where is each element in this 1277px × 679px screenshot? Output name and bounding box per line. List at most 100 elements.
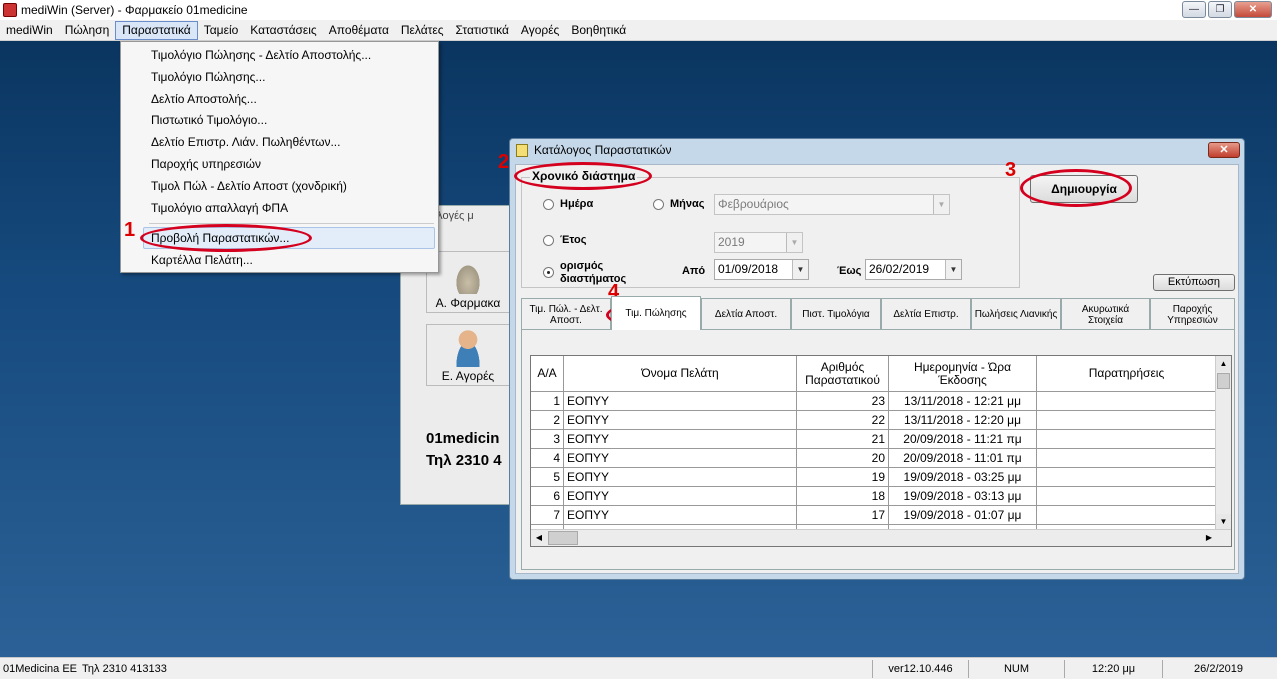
radio-month-dot: [653, 198, 664, 210]
company-phone: Τηλ 2310 4: [426, 452, 502, 469]
radio-year[interactable]: Έτος: [543, 234, 586, 246]
menu-item-invoice-delivery[interactable]: Τιμολόγιο Πώλησης - Δελτίο Αποστολής...: [151, 45, 371, 65]
chevron-down-icon: ▼: [792, 260, 808, 279]
annotation-oval-2: [514, 162, 652, 190]
table-row[interactable]: 1 ΕΟΠΥΥ 23 13/11/2018 - 12:21 μμ: [531, 392, 1217, 411]
radio-range[interactable]: [543, 267, 560, 278]
status-date: 26/2/2019: [1162, 660, 1274, 678]
menu-item-vat-exempt-invoice[interactable]: Τιμολόγιο απαλλαγή ΦΠΑ: [151, 198, 288, 218]
chevron-down-icon: ▼: [786, 233, 802, 252]
table-row[interactable]: 4 ΕΟΠΥΥ 20 20/09/2018 - 11:01 πμ: [531, 449, 1217, 468]
col-aa[interactable]: Α/Α: [531, 356, 564, 392]
from-date-picker[interactable]: 01/09/2018 ▼: [714, 259, 809, 280]
radio-year-dot: [543, 234, 554, 246]
cell-issue-date: 19/09/2018 - 01:07 μμ: [889, 506, 1037, 525]
menu-sales[interactable]: Πώληση: [59, 21, 116, 40]
scroll-thumb[interactable]: [1217, 373, 1230, 389]
maximize-button[interactable]: ❐: [1208, 1, 1232, 18]
purchases-tile-label: Ε. Αγορές: [441, 369, 495, 383]
menu-documents[interactable]: Παραστατικά: [115, 20, 198, 40]
year-select[interactable]: 2019 ▼: [714, 232, 803, 253]
documents-catalog-dialog: Κατάλογος Παραστατικών ✕ Χρονικό διάστημ…: [509, 138, 1245, 580]
print-button[interactable]: Εκτύπωση: [1153, 274, 1235, 291]
vertical-scrollbar[interactable]: ▲ ▼: [1215, 356, 1231, 530]
cell-issue-date: 13/11/2018 - 12:21 μμ: [889, 392, 1037, 411]
menu-item-credit-invoice[interactable]: Πιστωτικό Τιμολόγιο...: [151, 110, 267, 130]
menu-separator: [149, 223, 434, 224]
menu-item-wholesale-invoice[interactable]: Τιμολ Πώλ - Δελτίο Αποστ (χονδρική): [151, 176, 347, 196]
app-icon: [3, 3, 17, 17]
tab-services[interactable]: Παροχής Υπηρεσιών: [1150, 298, 1235, 330]
annotation-oval-3: [1020, 169, 1132, 207]
table-row[interactable]: 7 ΕΟΠΥΥ 17 19/09/2018 - 01:07 μμ: [531, 506, 1217, 525]
month-select[interactable]: Φεβρουάριος ▼: [714, 194, 950, 215]
table-row[interactable]: 5 ΕΟΠΥΥ 19 19/09/2018 - 03:25 μμ: [531, 468, 1217, 487]
scroll-left-icon[interactable]: ◀: [531, 530, 547, 546]
cell-notes: [1037, 487, 1217, 506]
to-date-value: 26/02/2019: [869, 262, 930, 276]
menu-customers[interactable]: Πελάτες: [395, 21, 450, 40]
close-window-button[interactable]: ✕: [1234, 1, 1272, 18]
cell-notes: [1037, 449, 1217, 468]
menu-reports[interactable]: Καταστάσεις: [244, 21, 322, 40]
menu-item-customer-card[interactable]: Καρτέλλα Πελάτη...: [151, 250, 253, 270]
cell-issue-date: 19/09/2018 - 03:25 μμ: [889, 468, 1037, 487]
radio-month-label: Μήνας: [670, 198, 705, 210]
cell-customer-name: ΕΟΠΥΥ: [564, 487, 797, 506]
col-document-number[interactable]: Αριθμός Παραστατικού: [797, 356, 889, 392]
annotation-2: 2: [498, 151, 510, 173]
tab-cancellations[interactable]: Ακυρωτικά Στοιχεία: [1061, 298, 1150, 330]
document-tabs: Τιμ. Πώλ. - Δελτ. Αποστ. Τιμ. Πώλησης Δε…: [521, 296, 1235, 330]
menu-statistics[interactable]: Στατιστικά: [450, 21, 515, 40]
col-issue-date[interactable]: Ημερομηνία - Ώρα Έκδοσης: [889, 356, 1037, 392]
status-version: ver12.10.446: [872, 660, 968, 678]
table-row[interactable]: 6 ΕΟΠΥΥ 18 19/09/2018 - 03:13 μμ: [531, 487, 1217, 506]
radio-range-dot: [543, 267, 554, 278]
cell-aa: 3: [531, 430, 564, 449]
tab-sales-invoice[interactable]: Τιμ. Πώλησης: [611, 296, 701, 330]
menu-item-retail-return[interactable]: Δελτίο Επιστρ. Λιάν. Πωληθέντων...: [151, 132, 340, 152]
col-customer-name[interactable]: Όνομα Πελάτη: [564, 356, 797, 392]
menu-stock[interactable]: Αποθέματα: [323, 21, 395, 40]
hscroll-thumb[interactable]: [548, 531, 578, 545]
menu-purchases[interactable]: Αγορές: [515, 21, 565, 40]
menu-item-delivery-note[interactable]: Δελτίο Αποστολής...: [151, 89, 257, 109]
person-icon: [450, 329, 486, 367]
table-row[interactable]: 3 ΕΟΠΥΥ 21 20/09/2018 - 11:21 πμ: [531, 430, 1217, 449]
dialog-title: Κατάλογος Παραστατικών: [534, 143, 672, 157]
radio-month[interactable]: Μήνας: [653, 198, 704, 210]
cell-notes: [1037, 430, 1217, 449]
purchases-tile[interactable]: Ε. Αγορές: [426, 324, 510, 386]
cell-issue-date: 19/09/2018 - 03:13 μμ: [889, 487, 1037, 506]
table-row[interactable]: 2 ΕΟΠΥΥ 22 13/11/2018 - 12:20 μμ: [531, 411, 1217, 430]
tab-delivery-notes[interactable]: Δελτία Αποστ.: [701, 298, 791, 330]
cell-document-number: 23: [797, 392, 889, 411]
scroll-right-icon[interactable]: ▶: [1201, 530, 1217, 546]
cell-notes: [1037, 392, 1217, 411]
menu-item-services[interactable]: Παροχής υπηρεσιών: [151, 154, 261, 174]
tab-credit-invoices[interactable]: Πιστ. Τιμολόγια: [791, 298, 881, 330]
dialog-close-button[interactable]: ✕: [1208, 142, 1240, 158]
menu-item-sales-invoice[interactable]: Τιμολόγιο Πώλησης...: [151, 67, 265, 87]
tab-invoice-delivery[interactable]: Τιμ. Πώλ. - Δελτ. Αποστ.: [521, 298, 611, 330]
status-num: NUM: [968, 660, 1064, 678]
cell-aa: 4: [531, 449, 564, 468]
tab-retail-sales[interactable]: Πωλήσεις Λιανικής: [971, 298, 1061, 330]
dialog-body: Χρονικό διάστημα Ημέρα Μήνας Φεβρουάριος…: [515, 164, 1239, 574]
menu-mediwin[interactable]: mediWin: [0, 21, 59, 40]
menu-cashier[interactable]: Ταμείο: [198, 21, 245, 40]
minimize-button[interactable]: —: [1182, 1, 1206, 18]
radio-day[interactable]: Ημέρα: [543, 198, 593, 210]
to-date-picker[interactable]: 26/02/2019 ▼: [865, 259, 962, 280]
year-value: 2019: [718, 235, 745, 249]
cell-document-number: 21: [797, 430, 889, 449]
cell-document-number: 22: [797, 411, 889, 430]
horizontal-scrollbar[interactable]: ◀ ▶: [531, 529, 1231, 546]
scroll-down-icon[interactable]: ▼: [1216, 514, 1231, 530]
cell-document-number: 19: [797, 468, 889, 487]
scroll-up-icon[interactable]: ▲: [1216, 356, 1231, 372]
tab-returns[interactable]: Δελτία Επιστρ.: [881, 298, 971, 330]
menu-utilities[interactable]: Βοηθητικά: [565, 21, 632, 40]
col-notes[interactable]: Παρατηρήσεις: [1037, 356, 1217, 392]
cell-document-number: 17: [797, 506, 889, 525]
